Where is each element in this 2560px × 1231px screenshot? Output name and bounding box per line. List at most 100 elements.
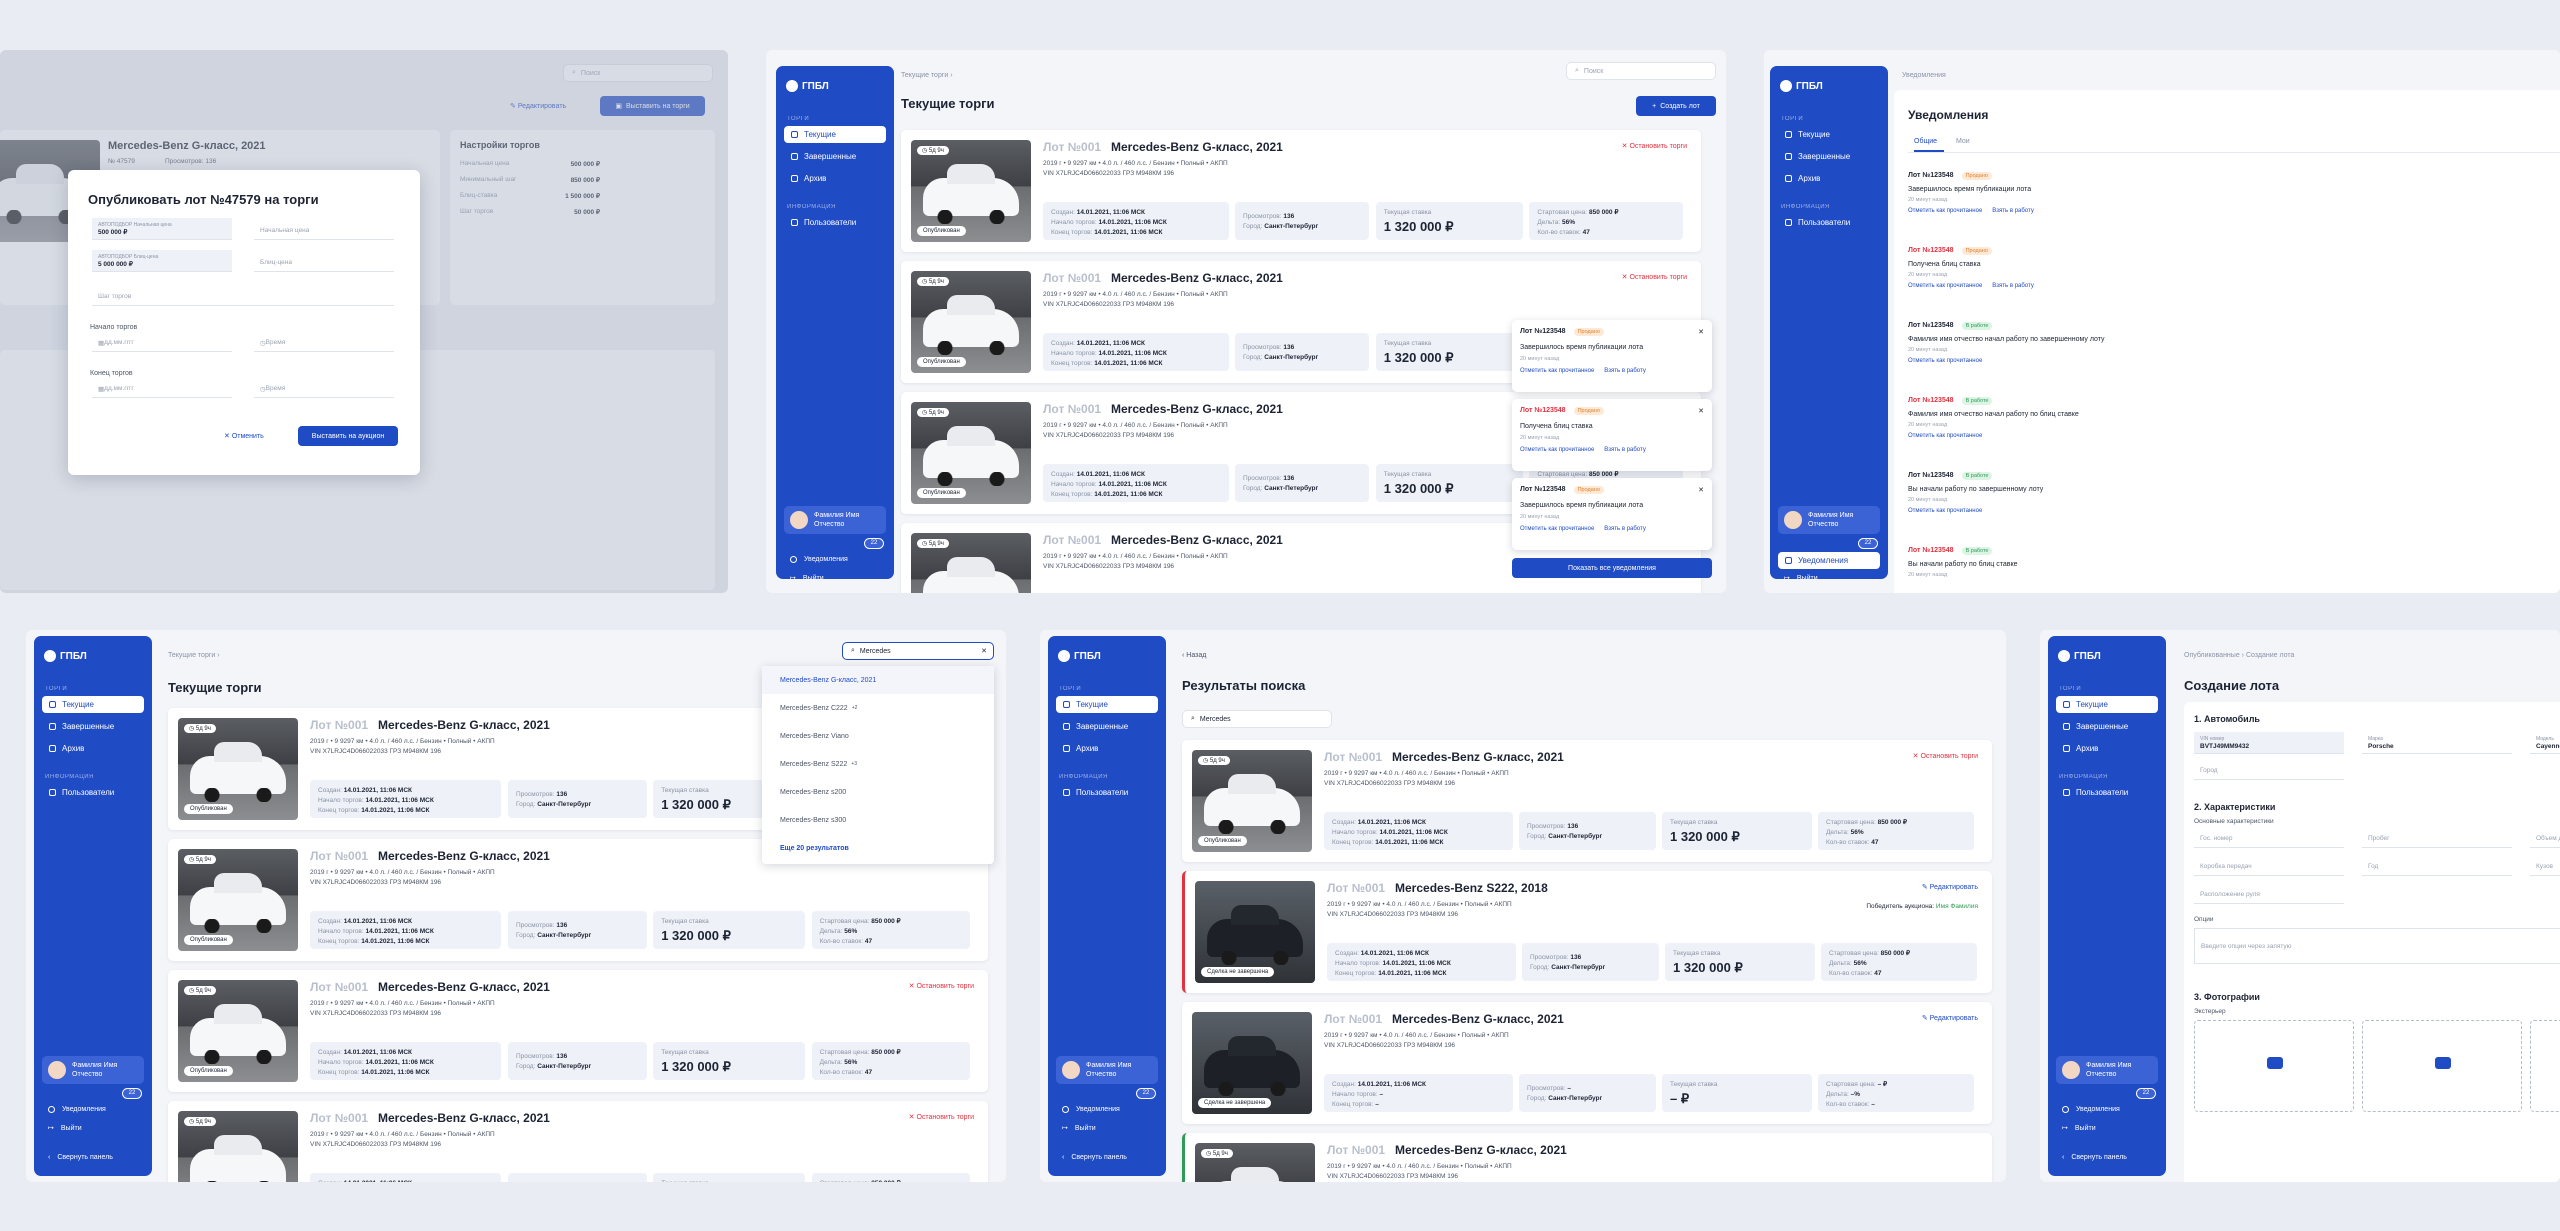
suggestion-item[interactable]: Mercedes-Benz G-класс, 2021	[762, 666, 994, 694]
sidebar-item-0[interactable]: Текущие	[784, 126, 886, 143]
lot-title[interactable]: Mercedes-Benz G-класс, 2021	[1111, 140, 1283, 154]
more-results-link[interactable]: Еще 20 результатов	[762, 834, 994, 862]
take-to-work-link[interactable]: Взять в работу	[1604, 368, 1646, 374]
sidebar-item-1[interactable]: Завершенные	[784, 148, 886, 165]
model-select[interactable]: МодельCayenne	[2530, 732, 2560, 754]
submit-auction-button[interactable]: Выставить на аукцион	[298, 426, 398, 446]
user-profile[interactable]: Фамилия Имя Отчество	[1778, 506, 1880, 534]
step-input[interactable]: Шаг торгов	[92, 288, 394, 306]
lot-photo[interactable]: ◷ 5д 9чОпубликован	[1195, 1143, 1315, 1182]
lot-photo[interactable]: ◷ 5д 9чОпубликован	[1192, 750, 1312, 852]
cancel-button[interactable]: ✕ Отменить	[224, 432, 264, 440]
notification-item[interactable]: Лот №123548 Продано Завершилось время публ…	[1908, 172, 2560, 214]
notification-item[interactable]: Лот №123548 В работе Фамилия имя отчество …	[1908, 397, 2560, 439]
search-input-active[interactable]: ⌕ Mercedes ✕	[842, 642, 994, 660]
notification-item[interactable]: Лот №123548 Продано Получена блиц ставка 20…	[1908, 247, 2560, 289]
back-link[interactable]: ‹ Назад	[1182, 652, 1206, 659]
mark-read-link[interactable]: Отметить как прочитанное	[1520, 526, 1594, 532]
stop-trades-button[interactable]: ✕ Остановить торги	[1622, 142, 1687, 150]
lot-photo[interactable]: ◷ 5д 9чОпубликован	[911, 533, 1031, 593]
lot-card[interactable]: ◷ 5д 9чОпубликованЛот №001Mercedes-Benz …	[168, 970, 988, 1092]
auto-start-price[interactable]: АВТОПОДБОР Начальная цена 500 000 ₽	[92, 218, 232, 240]
lot-card[interactable]: ◷ 5д 9чОпубликованЛот №001Mercedes-Benz …	[1182, 740, 1992, 862]
mark-read-link[interactable]: Отметить как прочитанное	[1908, 508, 1982, 514]
lot-photo[interactable]: ◷ 5д 9чОпубликован	[911, 271, 1031, 373]
lot-title[interactable]: Mercedes-Benz G-класс, 2021	[1392, 750, 1564, 764]
lot-title[interactable]: Mercedes-Benz G-класс, 2021	[1111, 271, 1283, 285]
tab-general[interactable]: Общие	[1914, 138, 1944, 152]
user-profile[interactable]: Фамилия Имя Отчество	[1056, 1056, 1158, 1084]
stop-trades-button[interactable]: ✕ Остановить торги	[909, 1113, 974, 1121]
sidebar-item-users[interactable]: Пользователи	[42, 784, 144, 801]
sidebar-item-2[interactable]: Архив	[2056, 740, 2158, 757]
sidebar-item-2[interactable]: Архив	[1056, 740, 1158, 757]
logout-link[interactable]: ↦ Выйти	[790, 574, 824, 580]
lot-title[interactable]: Mercedes-Benz G-класс, 2021	[1395, 1143, 1567, 1157]
options-input[interactable]: Введите опции через запятую	[2194, 928, 2560, 964]
photo-slot[interactable]	[2362, 1020, 2522, 1112]
body-select[interactable]: Кузов	[2530, 858, 2560, 876]
sidebar-item-2[interactable]: Архив	[784, 170, 886, 187]
vin-input[interactable]: VIN номер BVTJ49MM9432	[2194, 732, 2344, 754]
suggestion-item[interactable]: Mercedes-Benz S222 +3	[762, 750, 994, 778]
photo-slot[interactable]	[2194, 1020, 2354, 1112]
sidebar-item-2[interactable]: Архив	[1778, 170, 1880, 187]
take-to-work-link[interactable]: Взять в работу	[1992, 283, 2034, 289]
lot-title[interactable]: Mercedes-Benz G-класс, 2021	[378, 849, 550, 863]
end-date-input[interactable]: ▦ дд.мм.гггг	[92, 380, 232, 398]
mark-read-link[interactable]: Отметить как прочитанное	[1520, 368, 1594, 374]
sidebar-item-users[interactable]: Пользователи	[1778, 214, 1880, 231]
lot-title[interactable]: Mercedes-Benz G-класс, 2021	[1111, 533, 1283, 547]
lot-photo[interactable]: ◷ 5д 9чОпубликован	[178, 1111, 298, 1182]
sidebar-item-0[interactable]: Текущие	[2056, 696, 2158, 713]
notification-item[interactable]: Лот №123548 В работе Вы начали работу по з…	[1908, 472, 2560, 514]
suggestion-item[interactable]: Mercedes-Benz Viano	[762, 722, 994, 750]
sidebar-notifications[interactable]: Уведомления	[1778, 552, 1880, 569]
sidebar-notifications[interactable]: Уведомления	[790, 556, 848, 563]
collapse-panel[interactable]: ‹ Свернуть панель	[2062, 1154, 2127, 1161]
lot-title[interactable]: Mercedes-Benz G-класс, 2021	[378, 718, 550, 732]
take-to-work-link[interactable]: Взять в работу	[1604, 526, 1646, 532]
sidebar-item-1[interactable]: Завершенные	[1056, 718, 1158, 735]
lot-photo[interactable]: ◷ 5д 9чОпубликован	[178, 849, 298, 951]
stop-trades-button[interactable]: ✕ Остановить торги	[909, 982, 974, 990]
sidebar-notifications[interactable]: Уведомления	[48, 1106, 106, 1113]
lot-title[interactable]: Mercedes-Benz S222, 2018	[1395, 881, 1548, 895]
clear-icon[interactable]: ✕	[981, 647, 987, 655]
close-icon[interactable]: ✕	[1698, 328, 1704, 336]
take-to-work-link[interactable]: Взять в работу	[1604, 447, 1646, 453]
sidebar-item-0[interactable]: Текущие	[1778, 126, 1880, 143]
lot-title[interactable]: Mercedes-Benz G-класс, 2021	[1111, 402, 1283, 416]
logout-link[interactable]: ↦ Выйти	[48, 1124, 82, 1133]
sidebar-notifications[interactable]: Уведомления	[1062, 1106, 1120, 1113]
lot-photo[interactable]: ◷ 5д 9чОпубликован	[178, 718, 298, 820]
lot-photo[interactable]: ◷ 5д 9чОпубликован	[911, 402, 1031, 504]
year-select[interactable]: Год	[2362, 858, 2512, 876]
notification-toast[interactable]: Лот №123548 Продано ✕ Завершилось время пуб…	[1512, 478, 1712, 550]
lot-card[interactable]: ◷ 5д 9чОпубликованЛот №001Mercedes-Benz …	[901, 130, 1701, 252]
sidebar-item-0[interactable]: Текущие	[1056, 696, 1158, 713]
edit-button[interactable]: ✎ Редактировать	[1922, 1014, 1978, 1022]
mark-read-link[interactable]: Отметить как прочитанное	[1908, 358, 1982, 364]
logout-link[interactable]: ↦ Выйти	[2062, 1124, 2096, 1133]
start-date-input[interactable]: ▦ дд.мм.гггг	[92, 334, 232, 352]
notification-item[interactable]: Лот №123548 В работе Фамилия имя отчество …	[1908, 322, 2560, 364]
sidebar-item-1[interactable]: Завершенные	[42, 718, 144, 735]
sidebar-notifications[interactable]: Уведомления	[2062, 1106, 2120, 1113]
tab-mine[interactable]: Мои	[1956, 138, 1970, 145]
user-profile[interactable]: Фамилия Имя Отчество	[784, 506, 886, 534]
mark-read-link[interactable]: Отметить как прочитанное	[1908, 283, 1982, 289]
stop-trades-button[interactable]: ✕ Остановить торги	[1913, 752, 1978, 760]
sidebar-item-users[interactable]: Пользователи	[2056, 784, 2158, 801]
logout-link[interactable]: ↦ Выйти	[1784, 574, 1818, 580]
lot-card[interactable]: Сделка не завершена Лот №001 Mercedes-Benz…	[1182, 1002, 1992, 1124]
stop-trades-button[interactable]: ✕ Остановить торги	[1622, 273, 1687, 281]
show-all-notifications-button[interactable]: Показать все уведомления	[1512, 558, 1712, 578]
notification-toast[interactable]: Лот №123548 Продано ✕ Завершилось время пуб…	[1512, 320, 1712, 392]
lot-title[interactable]: Mercedes-Benz G-класс, 2021	[378, 980, 550, 994]
lot-card[interactable]: ◷ 5д 9чОпубликованЛот №001Mercedes-Benz …	[168, 1101, 988, 1182]
lot-title[interactable]: Mercedes-Benz G-класс, 2021	[1392, 1012, 1564, 1026]
sidebar-item-2[interactable]: Архив	[42, 740, 144, 757]
start-price-input[interactable]: Начальная цена	[254, 222, 394, 240]
lot-photo[interactable]: ◷ 5д 9чОпубликован	[178, 980, 298, 1082]
